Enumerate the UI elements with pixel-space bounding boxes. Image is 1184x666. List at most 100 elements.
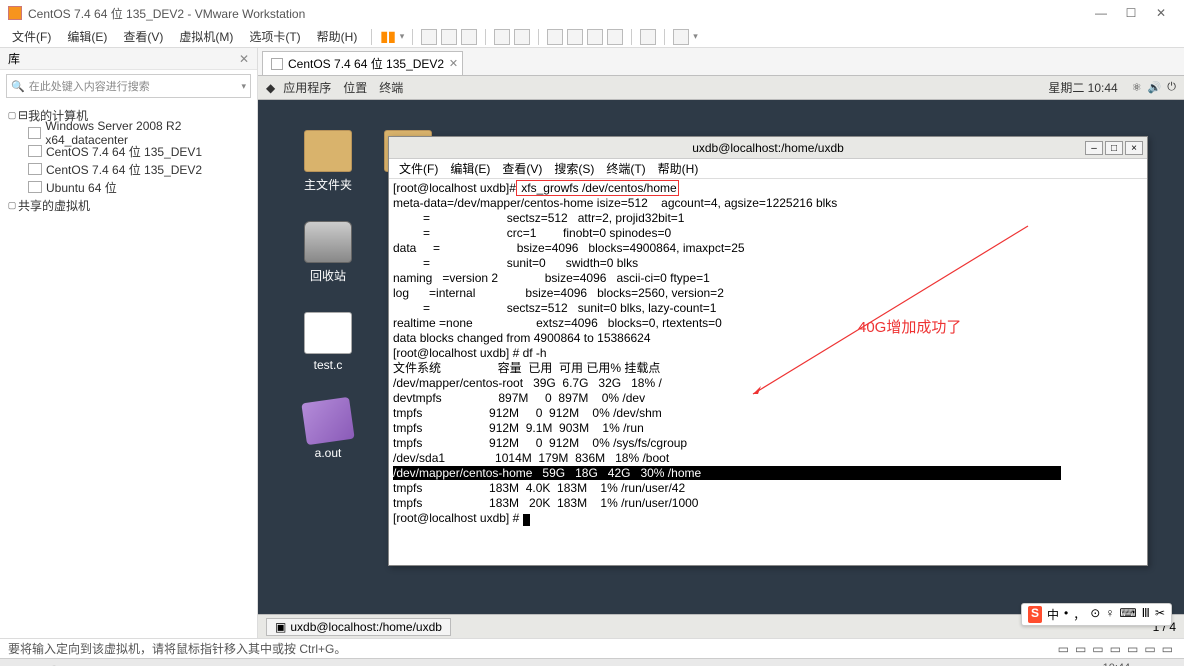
desktop-icon-trash[interactable]: 回收站 [298,221,358,284]
search-icon: 🔍 [11,80,25,93]
tree-item[interactable]: Ubuntu 64 位 [2,178,255,196]
menu-help[interactable]: 帮助(H) [311,26,364,47]
status-device-icon[interactable]: ▭ [1092,642,1103,656]
pause-icon[interactable]: ▮▮ [380,28,395,45]
terminal-window: uxdb@localhost:/home/uxdb – □ × 文件(F) 编辑… [388,136,1148,566]
desktop-icon-file[interactable]: test.c [298,312,358,372]
desktop-icon-program[interactable]: a.out [298,400,358,460]
taskbar-app-vmware[interactable]: ▣ [292,661,326,666]
ime-item[interactable]: ♀ [1105,606,1114,623]
tab-close-icon[interactable]: ✕ [449,57,458,70]
library-tree: ▢⊟ 我的计算机 Windows Server 2008 R2 x64_data… [0,102,257,218]
ime-item[interactable]: Ⅲ [1142,606,1150,623]
vm-tabbar: CentOS 7.4 64 位 135_DEV2 ✕ [258,48,1184,76]
vmware-statusbar: 要将输入定向到该虚拟机，请将鼠标指针移入其中或按 Ctrl+G。 ▭ ▭ ▭ ▭… [0,638,1184,658]
toolbar-icon[interactable] [461,29,477,45]
vmware-icon [8,6,22,20]
tree-item[interactable]: Windows Server 2008 R2 x64_datacenter [2,124,255,142]
status-device-icon[interactable]: ▭ [1110,642,1121,656]
network-icon[interactable]: ⚛ [1132,81,1142,94]
window-title: CentOS 7.4 64 位 135_DEV2 - VMware Workst… [28,5,305,22]
toolbar-icon[interactable] [547,29,563,45]
tree-item-selected[interactable]: CentOS 7.4 64 位 135_DEV2 [2,160,255,178]
terminal-icon: ▣ [275,620,286,634]
start-button[interactable] [4,661,38,666]
status-device-icon[interactable]: ▭ [1127,642,1138,656]
highlighted-command: xfs_growfs /dev/centos/home [516,180,679,196]
dropdown-icon[interactable]: ▾ [400,31,405,42]
taskbar-item-terminal[interactable]: ▣ uxdb@localhost:/home/uxdb [266,618,451,636]
ime-item[interactable]: ⌨ [1119,606,1136,623]
menu-vm[interactable]: 虚拟机(M) [173,26,239,47]
term-menu-view[interactable]: 查看(V) [498,160,546,177]
maximize-button[interactable]: ☐ [1116,6,1146,20]
term-minimize-button[interactable]: – [1085,141,1103,155]
ime-item[interactable]: ✂ [1155,606,1165,623]
cortana-button[interactable]: ○ [76,661,110,666]
taskview-button[interactable]: ⊞ [112,661,146,666]
dropdown-icon[interactable]: ▾ [241,81,246,92]
gnome-menu-places[interactable]: 位置 [343,79,367,96]
desktop-icons: 主文件夹 回收站 test.c a.out [298,130,358,488]
search-button[interactable]: 🔍 [40,661,74,666]
ime-item[interactable]: 中 [1047,606,1059,623]
status-device-icon[interactable]: ▭ [1162,642,1173,656]
menu-view[interactable]: 查看(V) [117,26,169,47]
ime-toolbar[interactable]: S 中 • ， ⊙ ♀ ⌨ Ⅲ ✂ [1021,603,1172,626]
ime-item[interactable]: ⊙ [1090,606,1100,623]
status-text: 要将输入定向到该虚拟机，请将鼠标指针移入其中或按 Ctrl+G。 [8,640,346,657]
term-maximize-button[interactable]: □ [1105,141,1123,155]
taskbar-app-word[interactable]: W [256,661,290,666]
gnome-top-panel: ◆ 应用程序 位置 终端 星期二 10:44 ⚛ 🔊 ⏻ [258,76,1184,100]
terminal-titlebar[interactable]: uxdb@localhost:/home/uxdb – □ × [389,137,1147,159]
ime-item[interactable]: • [1064,606,1068,623]
dropdown-icon[interactable]: ▾ [693,31,698,42]
term-menu-file[interactable]: 文件(F) [395,160,442,177]
toolbar-icon[interactable] [441,29,457,45]
vmware-titlebar: CentOS 7.4 64 位 135_DEV2 - VMware Workst… [0,0,1184,26]
term-menu-search[interactable]: 搜索(S) [550,160,598,177]
tree-root-shared[interactable]: ▢共享的虚拟机 [2,196,255,214]
guest-desktop[interactable]: ◆ 应用程序 位置 终端 星期二 10:44 ⚛ 🔊 ⏻ 主文件夹 回收站 te… [258,76,1184,638]
taskbar-app-edge[interactable]: e [184,661,218,666]
volume-icon[interactable]: 🔊 [1148,81,1162,94]
library-search[interactable]: 🔍 在此处键入内容进行搜索 ▾ [6,74,251,98]
ime-item[interactable]: ， [1073,606,1085,623]
toolbar-icon[interactable] [640,29,656,45]
minimize-button[interactable]: — [1086,6,1116,20]
close-sidebar-icon[interactable]: ✕ [239,52,249,66]
taskbar-app-vscode[interactable]: ≡ [220,661,254,666]
menu-tabs[interactable]: 选项卡(T) [243,26,306,47]
status-device-icon[interactable]: ▭ [1075,642,1086,656]
status-device-icon[interactable]: ▭ [1144,642,1155,656]
status-device-icon[interactable]: ▭ [1058,642,1069,656]
gnome-menu-apps[interactable]: 应用程序 [283,79,331,96]
toolbar-icon[interactable] [673,29,689,45]
terminal-body[interactable]: [root@localhost uxdb]# xfs_growfs /dev/c… [389,179,1147,565]
vmware-menubar: 文件(F) 编辑(E) 查看(V) 虚拟机(M) 选项卡(T) 帮助(H) ▮▮… [0,26,1184,48]
toolbar-icon[interactable] [421,29,437,45]
term-menu-terminal[interactable]: 终端(T) [602,160,649,177]
toolbar-icon[interactable] [494,29,510,45]
term-menu-edit[interactable]: 编辑(E) [446,160,494,177]
power-icon[interactable]: ⏻ [1167,81,1176,94]
close-button[interactable]: ✕ [1146,6,1176,20]
desktop-icon-home[interactable]: 主文件夹 [298,130,358,193]
toolbar-icon[interactable] [567,29,583,45]
activities-icon[interactable]: ◆ [266,81,275,95]
toolbar-icon[interactable] [587,29,603,45]
tray-clock[interactable]: 10:44 2019/12/17 [1089,662,1144,666]
toolbar-icon[interactable] [514,29,530,45]
toolbar-icon[interactable] [607,29,623,45]
menu-file[interactable]: 文件(F) [6,26,57,47]
menu-edit[interactable]: 编辑(E) [61,26,113,47]
term-menu-help[interactable]: 帮助(H) [654,160,703,177]
gnome-menu-terminal[interactable]: 终端 [379,79,403,96]
taskbar-app-explorer[interactable]: 📁 [148,661,182,666]
term-close-button[interactable]: × [1125,141,1143,155]
vm-tab[interactable]: CentOS 7.4 64 位 135_DEV2 ✕ [262,51,463,75]
search-placeholder: 在此处键入内容进行搜索 [29,78,150,94]
sogou-logo-icon: S [1028,606,1042,623]
terminal-menubar: 文件(F) 编辑(E) 查看(V) 搜索(S) 终端(T) 帮助(H) [389,159,1147,179]
windows-taskbar: 🔍 ○ ⊞ 📁 e ≡ W ▣ ˄ 👤 ☁ 🔋 📶 🔊 中 10:44 2019… [0,658,1184,666]
